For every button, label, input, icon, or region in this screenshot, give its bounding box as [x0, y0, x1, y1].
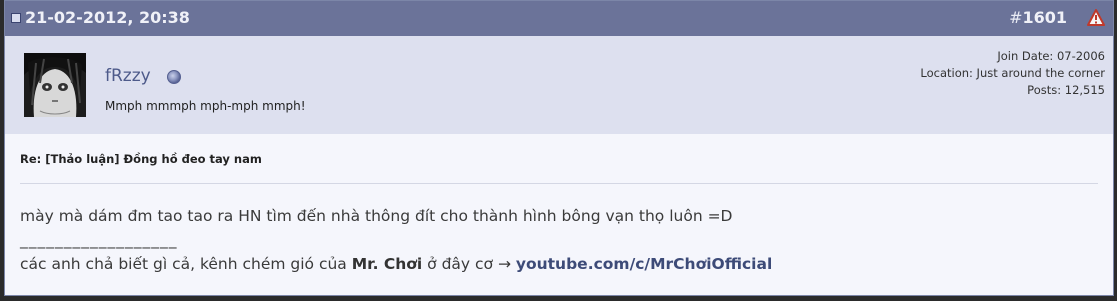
join-date: Join Date: 07-2006 — [997, 49, 1105, 63]
post-count: Posts: 12,515 — [1027, 83, 1105, 97]
post-number-text: 1601 — [1022, 8, 1067, 27]
post-number-hash: # — [1009, 8, 1023, 27]
signature-name: Mr. Chơi — [351, 255, 423, 273]
post-title: Re: [Thảo luận] Đồng hồ đeo tay nam — [20, 134, 1098, 184]
post-body: Re: [Thảo luận] Đồng hồ đeo tay nam mày … — [5, 134, 1113, 276]
avatar[interactable] — [24, 53, 86, 117]
user-info-panel: fRzzy Mmph mmmph mph-mph mmph! Join Date… — [5, 36, 1113, 134]
signature-prefix: các anh chả biết gì cả, kênh chém gió củ… — [20, 255, 352, 273]
report-warning-icon[interactable] — [1087, 9, 1105, 27]
forum-post: 21-02-2012, 20:38 #1601 fRzzy Mmph mmmph… — [4, 0, 1114, 296]
user-stats: Join Date: 07-2006 Location: Just around… — [920, 48, 1105, 99]
post-header: 21-02-2012, 20:38 #1601 — [5, 1, 1113, 36]
signature-separator: __________________ — [20, 231, 178, 249]
post-status-icon — [11, 12, 21, 23]
post-message: mày mà dám đm tao tao ra HN tìm đến nhà … — [20, 184, 1098, 276]
post-date: 21-02-2012, 20:38 — [11, 8, 190, 27]
signature: các anh chả biết gì cả, kênh chém gió củ… — [20, 252, 1098, 276]
online-status-icon — [167, 70, 181, 84]
post-number-link[interactable]: #1601 — [1009, 8, 1067, 27]
username-link[interactable]: fRzzy — [105, 66, 151, 86]
signature-middle: ở đây cơ → — [422, 255, 516, 273]
message-line: mày mà dám đm tao tao ra HN tìm đến nhà … — [20, 207, 733, 225]
youtube-link[interactable]: youtube.com/c/MrChơiOfficial — [516, 255, 772, 273]
user-title: Mmph mmmph mph-mph mmph! — [105, 99, 306, 113]
location: Location: Just around the corner — [920, 66, 1105, 80]
post-date-text: 21-02-2012, 20:38 — [25, 8, 190, 27]
